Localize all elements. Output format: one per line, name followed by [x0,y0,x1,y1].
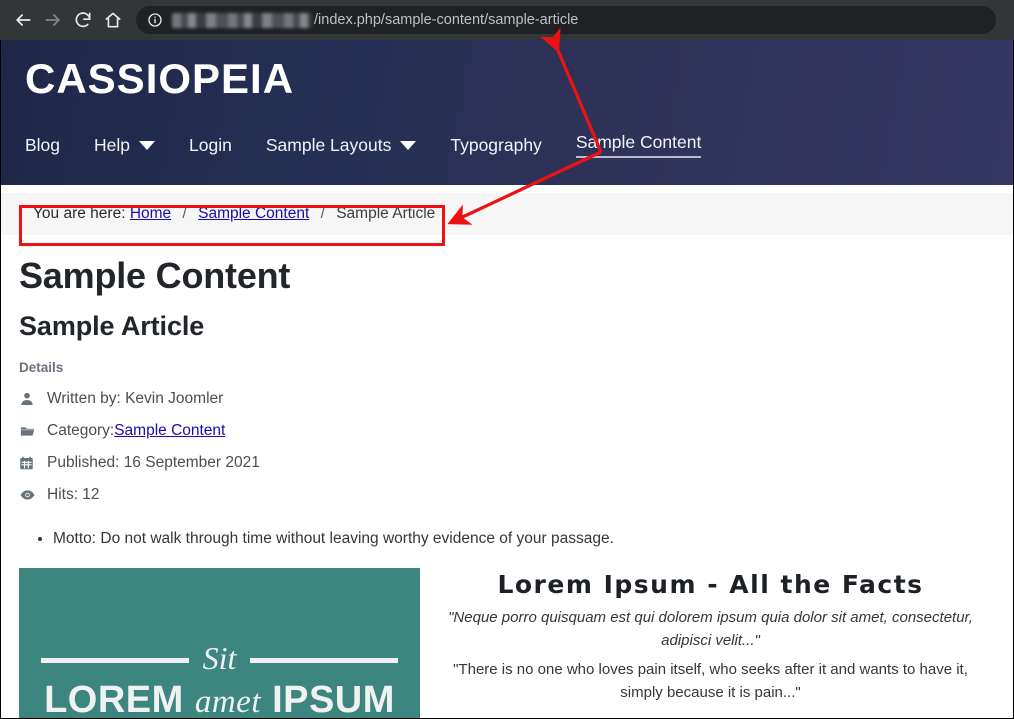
figure-amet: amet [194,684,261,719]
nav-label: Help [94,134,131,155]
reload-icon [75,12,91,28]
breadcrumb-current: Sample Article [336,205,436,222]
nav-item-login[interactable]: Login [189,135,232,156]
list-item: Motto: Do not walk through time without … [53,527,995,550]
article-image: Sit LOREM amet IPSUM [19,568,420,719]
nav-item-sample-layouts[interactable]: Sample Layouts [266,135,417,156]
nav-label: Login [189,134,232,155]
figure-ipsum: IPSUM [272,679,395,719]
nav-label: Typography [450,134,542,155]
quote-plain: "There is no one who loves pain itself, … [453,661,968,702]
nav-item-help[interactable]: Help [94,134,156,156]
reload-button[interactable] [68,5,98,35]
breadcrumb-separator: / [320,205,325,222]
screenshot-root: /index.php/sample-content/sample-article… [0,0,1014,719]
site-header: CASSIOPEIA Blog Help Login Sample Layout… [1,40,1013,185]
nav-item-blog[interactable]: Blog [25,135,60,156]
meta-text: Category: [47,421,115,439]
figure-sit-text: Sit [202,640,237,677]
breadcrumb-separator: / [182,205,187,222]
user-icon [19,391,39,407]
motto-list: Motto: Do not walk through time without … [19,527,995,550]
meta-row-author: Written by: Kevin Joomler [19,383,995,415]
chevron-down-icon [139,140,156,150]
forward-button[interactable] [38,5,68,35]
quote-column: Lorem Ipsum - All the Facts "Neque porro… [420,568,995,718]
figure-rule-right [250,657,398,663]
figure-main-text: LOREM amet IPSUM [19,679,420,719]
article-content: Sample Content Sample Article Details Wr… [1,255,1013,719]
nav-item-typography[interactable]: Typography [450,135,541,156]
breadcrumb-prefix: You are here: [33,205,126,222]
browser-toolbar: /index.php/sample-content/sample-article [0,0,1014,40]
info-circle-icon[interactable] [144,9,166,31]
page-viewport: CASSIOPEIA Blog Help Login Sample Layout… [0,40,1014,719]
breadcrumb: You are here: Home / Sample Content / Sa… [33,205,435,223]
address-bar[interactable]: /index.php/sample-content/sample-article [136,6,996,34]
url-redacted-domain [172,12,312,28]
page-title: Sample Content [19,255,291,296]
home-icon [105,12,121,28]
article-metadata: Written by: Kevin Joomler Category: Samp… [19,383,995,511]
meta-row-hits: Hits: 12 [19,479,995,511]
arrow-right-icon [45,14,60,26]
meta-text: Published: 16 September 2021 [47,453,260,471]
arrow-left-icon [16,14,31,26]
home-button[interactable] [98,5,128,35]
quote-italic: "Neque porro quisquam est qui dolorem ip… [448,609,973,649]
nav-label: Sample Content [575,132,702,152]
folder-icon [19,423,39,439]
nav-item-sample-content[interactable]: Sample Content [575,132,702,158]
meta-text: Written by: Kevin Joomler [47,389,224,407]
meta-text: Hits: 12 [47,485,100,503]
nav-label: Blog [25,134,61,155]
meta-link-category[interactable]: Sample Content [114,422,225,440]
back-button[interactable] [8,5,38,35]
figure-lorem: LOREM [44,679,184,719]
chevron-down-icon [400,140,417,150]
figure-rule-left [41,657,189,663]
breadcrumb-region: You are here: Home / Sample Content / Sa… [1,185,1013,243]
meta-row-category: Category: Sample Content [19,415,995,447]
figure-sit-row: Sit [19,642,420,678]
url-text: /index.php/sample-content/sample-article [314,12,579,28]
nav-label: Sample Layouts [265,134,392,155]
details-label: Details [19,359,64,375]
meta-row-published: Published: 16 September 2021 [19,447,995,479]
breadcrumb-link-sample-content[interactable]: Sample Content [198,205,309,222]
eye-icon [19,487,39,503]
article-media-row: Sit LOREM amet IPSUM Lorem Ipsum - All t… [19,568,995,719]
breadcrumb-bar: You are here: Home / Sample Content / Sa… [1,193,1013,235]
calendar-icon [19,455,39,471]
main-navigation: Blog Help Login Sample Layouts Typograph… [25,132,702,158]
article-title: Sample Article [19,311,205,342]
quote-title: Lorem Ipsum - All the Facts [497,570,924,600]
site-logo[interactable]: CASSIOPEIA [25,58,294,100]
breadcrumb-link-home[interactable]: Home [130,205,171,222]
